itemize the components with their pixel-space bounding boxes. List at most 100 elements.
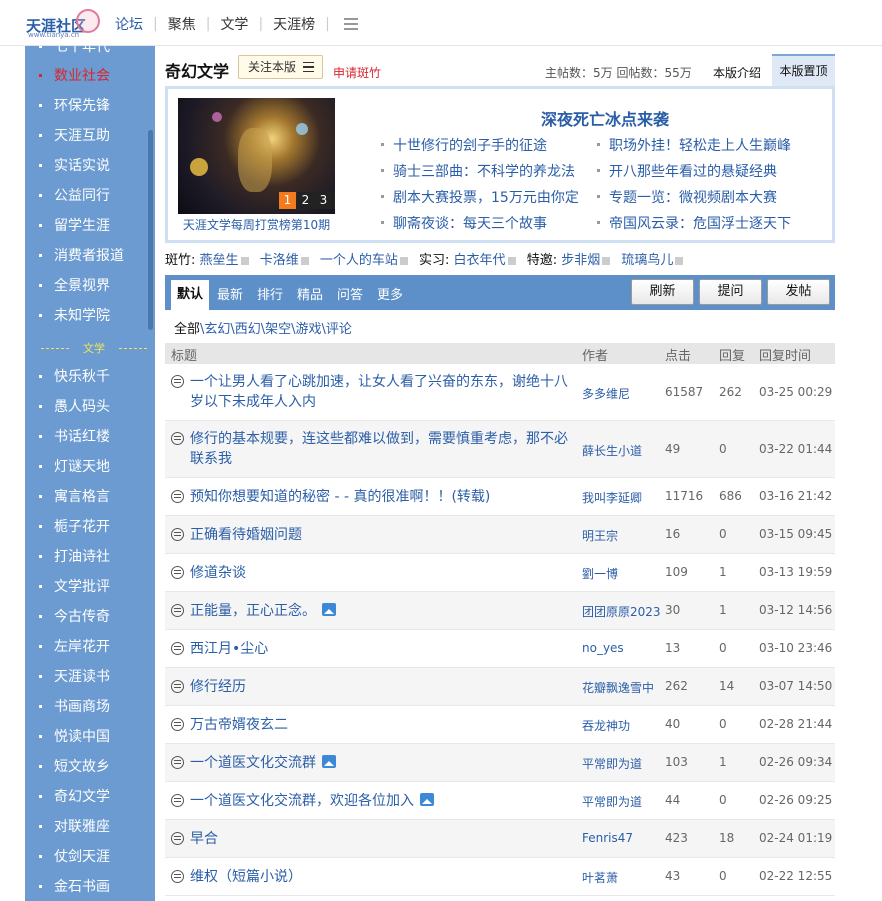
table-row[interactable]: 一个道医文化交流群，欢迎各位加入 平常即为道 44 0 02-26 09:25: [165, 782, 835, 820]
carousel-page[interactable]: 2: [297, 192, 314, 209]
post-title-link[interactable]: 维权（短篇小说）: [190, 867, 575, 887]
post-title-link[interactable]: 一个让男人看了心跳加速，让女人看了兴奋的东东，谢绝十八岁以下未成年人入内: [190, 372, 575, 412]
table-row[interactable]: 早合 Fenris47 423 18 02-24 01:19: [165, 820, 835, 858]
nav-focus[interactable]: 聚焦: [168, 14, 196, 34]
post-author[interactable]: 劉一博: [582, 565, 618, 582]
tab-latest[interactable]: 最新: [217, 284, 243, 303]
sidebar-item[interactable]: 寓言格言: [25, 482, 150, 512]
sidebar-item[interactable]: 天涯读书: [25, 662, 150, 692]
sidebar-item[interactable]: 未知学院: [25, 301, 150, 331]
sidebar-item[interactable]: 快乐秋千: [25, 362, 150, 392]
post-title-link[interactable]: 预知你想要知道的秘密 - - 真的很准啊！！(转载): [190, 487, 575, 507]
board-pinned-tab[interactable]: 本版置顶: [772, 54, 835, 86]
sidebar-item[interactable]: 环保先锋: [25, 91, 150, 121]
tab-more[interactable]: 更多: [377, 284, 403, 303]
sidebar-item[interactable]: 消费者报道: [25, 241, 150, 271]
sidebar-item[interactable]: 奇幻文学: [25, 782, 150, 812]
sidebar-item[interactable]: 短文故乡: [25, 752, 150, 782]
tab-featured[interactable]: 精品: [297, 284, 323, 303]
table-row[interactable]: 正确看待婚姻问题 明王宗 16 0 03-15 09:45: [165, 516, 835, 554]
post-author[interactable]: 明王宗: [582, 527, 618, 544]
post-title-link[interactable]: 万古帝婿夜玄二: [190, 715, 575, 735]
sidebar-item[interactable]: 书话红楼: [25, 422, 150, 452]
sidebar-scrollbar[interactable]: [148, 130, 153, 330]
filter-all[interactable]: 全部: [174, 322, 200, 337]
post-author[interactable]: no_yes: [582, 641, 624, 655]
table-row[interactable]: 一个道医文化交流群 平常即为道 103 1 02-26 09:34: [165, 744, 835, 782]
sidebar-item[interactable]: 栀子花开: [25, 512, 150, 542]
post-author[interactable]: 团团原原2023: [582, 603, 661, 620]
post-author[interactable]: 吞龙神功: [582, 717, 630, 734]
sidebar-item-partial[interactable]: 七十年代: [25, 46, 150, 62]
post-title-link[interactable]: 正能量，正心正念。: [190, 601, 575, 621]
filter-categories[interactable]: \玄幻\西幻\架空\游戏\评论: [200, 322, 352, 337]
post-author[interactable]: 花瓣飘逸雪中: [582, 679, 654, 696]
featured-link[interactable]: 十世修行的刽子手的征途: [381, 135, 547, 155]
sidebar-item[interactable]: 留学生涯: [25, 211, 150, 241]
nav-forum[interactable]: 论坛: [115, 14, 143, 34]
sidebar-item[interactable]: 数业社会: [25, 61, 150, 91]
post-author[interactable]: 平常即为道: [582, 755, 642, 772]
menu-icon[interactable]: [343, 18, 358, 30]
moderator-link[interactable]: 一个人的车站: [320, 253, 398, 268]
table-row[interactable]: 正能量，正心正念。 团团原原2023 30 1 03-12 14:56: [165, 592, 835, 630]
post-title-link[interactable]: 修行的基本规要，连这些都难以做到，需要慎重考虑，那不必联系我: [190, 429, 575, 469]
sidebar-item[interactable]: 悦读中国: [25, 722, 150, 752]
post-title-link[interactable]: 西江月•尘心: [190, 639, 575, 659]
nav-literature[interactable]: 文学: [220, 14, 248, 34]
sidebar-item[interactable]: 今古传奇: [25, 602, 150, 632]
sidebar-item[interactable]: 灯谜天地: [25, 452, 150, 482]
sidebar-item[interactable]: 全景视界: [25, 271, 150, 301]
post-author[interactable]: 我叫李延卿: [582, 489, 642, 506]
sidebar-item[interactable]: 左岸花开: [25, 632, 150, 662]
post-title-link[interactable]: 修道杂谈: [190, 563, 575, 583]
guest-link[interactable]: 琉璃鸟儿: [621, 253, 673, 268]
featured-link[interactable]: 专题一览：微视频剧本大赛: [597, 187, 777, 207]
carousel-page[interactable]: 1: [279, 192, 296, 209]
table-row[interactable]: 万古帝婿夜玄二 吞龙神功 40 0 02-28 21:44: [165, 706, 835, 744]
featured-link[interactable]: 剧本大赛投票，15万元由你定: [381, 187, 579, 207]
post-title-link[interactable]: 一个道医文化交流群: [190, 753, 575, 773]
post-author[interactable]: 薛长生小道: [582, 442, 642, 459]
featured-link[interactable]: 骑士三部曲：不科学的养龙法: [381, 161, 575, 181]
intern-link[interactable]: 白衣年代: [454, 253, 506, 268]
board-intro-tab[interactable]: 本版介绍: [713, 64, 761, 81]
featured-link[interactable]: 帝国风云录：危国浮士逐天下: [597, 213, 791, 233]
tab-ranking[interactable]: 排行: [257, 284, 283, 303]
carousel-page[interactable]: 3: [315, 192, 332, 209]
apply-moderator-link[interactable]: 申请斑竹: [333, 64, 381, 81]
sidebar-item[interactable]: 打油诗社: [25, 542, 150, 572]
nav-ranking[interactable]: 天涯榜: [273, 14, 315, 34]
post-title-link[interactable]: 修行经历: [190, 677, 575, 697]
sidebar-item[interactable]: 愚人码头: [25, 392, 150, 422]
post-author[interactable]: 平常即为道: [582, 793, 642, 810]
moderator-link[interactable]: 卡洛维: [260, 253, 299, 268]
featured-headline[interactable]: 深夜死亡冰点来袭: [541, 106, 669, 130]
sidebar-item[interactable]: 实话实说: [25, 151, 150, 181]
table-row[interactable]: 预知你想要知道的秘密 - - 真的很准啊！！(转载) 我叫李延卿 11716 686 0…: [165, 478, 835, 516]
new-post-button[interactable]: 发帖: [767, 279, 830, 305]
table-row[interactable]: 西江月•尘心 no_yes 13 0 03-10 23:46: [165, 630, 835, 668]
tianya-logo[interactable]: 天涯社区 www.tianya.cn: [26, 9, 100, 39]
carousel-page[interactable]: 4: [333, 192, 335, 209]
guest-link[interactable]: 步非烟: [561, 253, 600, 268]
table-row[interactable]: 维权（短篇小说） 叶茗萧 43 0 02-22 12:55: [165, 858, 835, 896]
featured-caption[interactable]: 天涯文学每周打赏榜第10期: [178, 216, 335, 233]
featured-link[interactable]: 开八那些年看过的悬疑经典: [597, 161, 777, 181]
post-title-link[interactable]: 正确看待婚姻问题: [190, 525, 575, 545]
sidebar-item[interactable]: 天涯互助: [25, 121, 150, 151]
ask-question-button[interactable]: 提问: [699, 279, 762, 305]
follow-board-button[interactable]: 关注本版: [238, 55, 323, 79]
featured-image[interactable]: 1 2 3 4: [178, 98, 335, 214]
table-row[interactable]: 修道杂谈 劉一博 109 1 03-13 19:59: [165, 554, 835, 592]
sidebar-item[interactable]: 金石书画: [25, 872, 150, 901]
featured-link[interactable]: 聊斋夜谈：每天三个故事: [381, 213, 547, 233]
table-row[interactable]: 修行的基本规要，连这些都难以做到，需要慎重考虑，那不必联系我 薛长生小道 49 0 03…: [165, 421, 835, 478]
sidebar-item[interactable]: 书画商场: [25, 692, 150, 722]
post-title-link[interactable]: 早合: [190, 829, 575, 849]
featured-link[interactable]: 职场外挂！轻松走上人生巅峰: [597, 135, 791, 155]
moderator-link[interactable]: 燕垒生: [200, 253, 239, 268]
tab-default[interactable]: 默认: [171, 280, 210, 310]
post-author[interactable]: Fenris47: [582, 831, 633, 845]
table-row[interactable]: 修行经历 花瓣飘逸雪中 262 14 03-07 14:50: [165, 668, 835, 706]
